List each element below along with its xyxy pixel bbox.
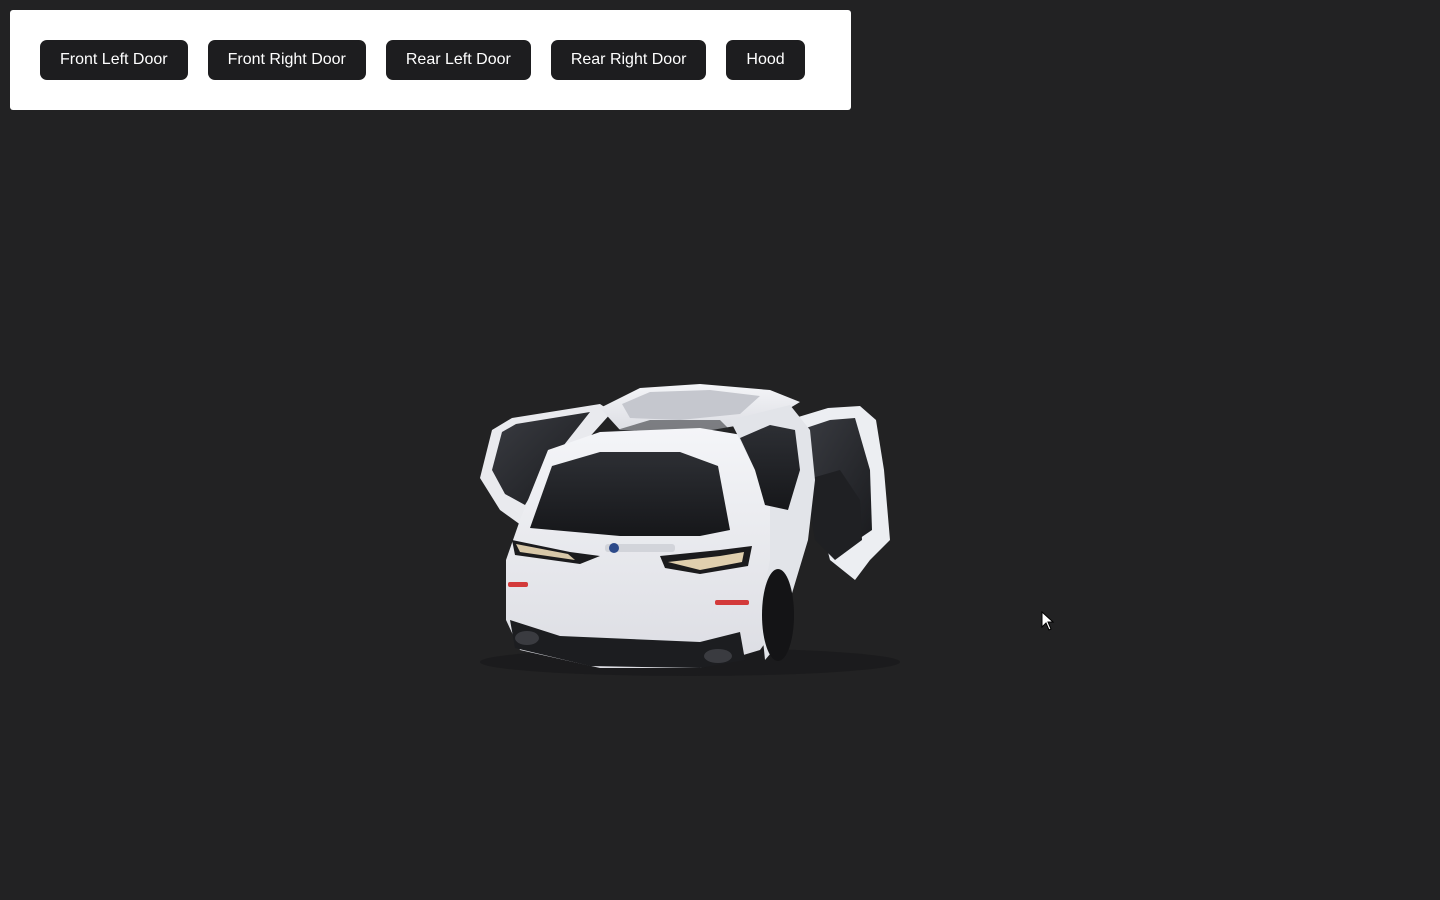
front-right-door-button[interactable]: Front Right Door (207, 40, 366, 80)
hood-button[interactable]: Hood (726, 40, 805, 80)
3d-viewer[interactable]: Front Left Door Front Right Door Rear Le… (0, 0, 1440, 900)
front-left-door-button[interactable]: Front Left Door (40, 40, 188, 80)
arrow-cursor-icon (1041, 610, 1055, 631)
rear-left-door-button[interactable]: Rear Left Door (385, 40, 531, 80)
car-model-canvas[interactable] (0, 0, 1440, 900)
car-model[interactable] (480, 384, 900, 676)
rear-right-door-button[interactable]: Rear Right Door (550, 40, 707, 80)
door-control-panel: Front Left Door Front Right Door Rear Le… (10, 10, 851, 110)
